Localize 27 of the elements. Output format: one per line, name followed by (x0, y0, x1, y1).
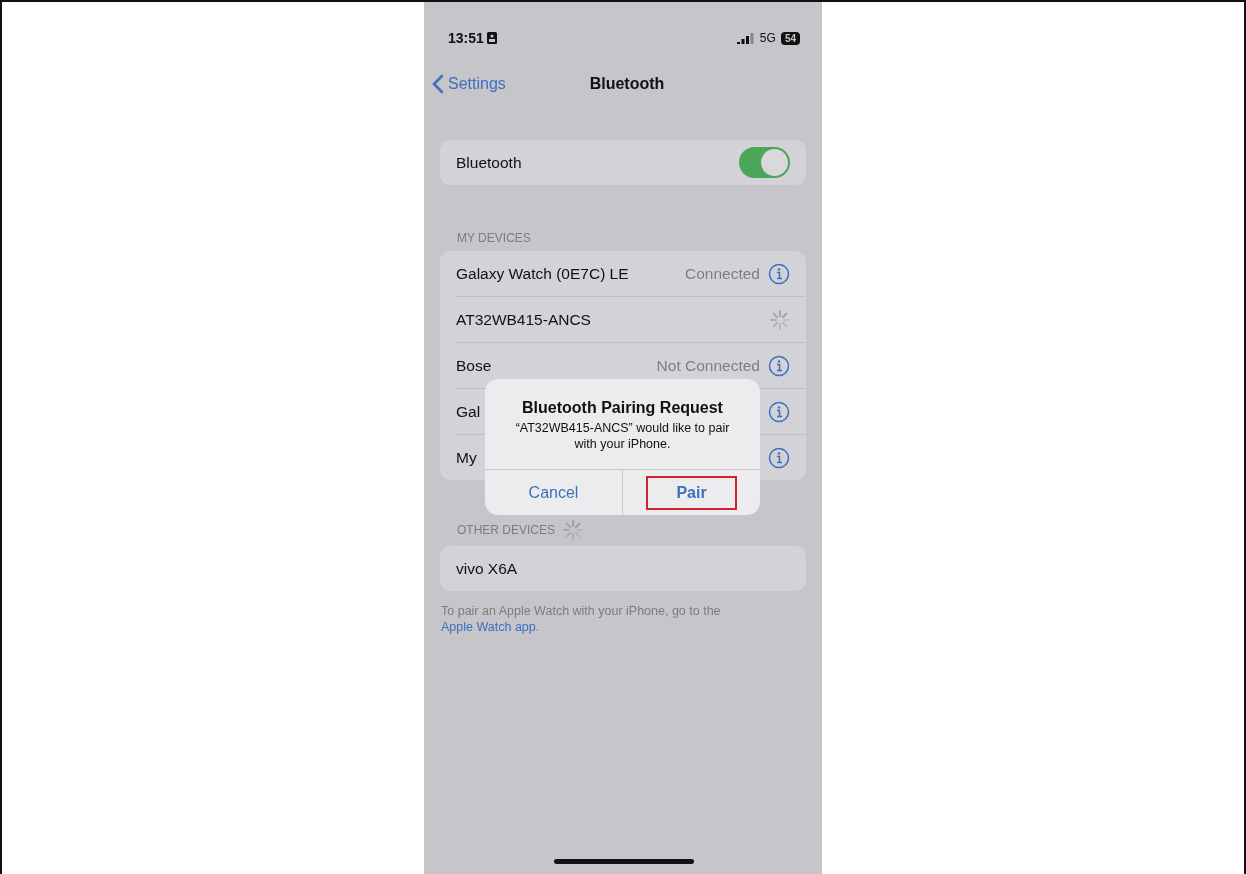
info-icon[interactable] (768, 400, 790, 423)
bluetooth-toggle[interactable] (739, 147, 790, 178)
battery-level: 54 (780, 31, 800, 45)
back-chevron-icon (432, 74, 444, 94)
id-card-icon (486, 32, 497, 44)
device-name[interactable]: vivo X6A (456, 559, 790, 578)
device-status: Connected (685, 264, 760, 283)
signal-icon (736, 32, 755, 44)
clock-time: 13:51 (448, 30, 484, 46)
info-icon[interactable] (768, 354, 790, 377)
device-name[interactable]: Bose (456, 356, 649, 375)
page-title: Bluetooth (589, 75, 665, 93)
footer-note: To pair an Apple Watch with your iPhone, go to the Apple Watch app. (440, 603, 722, 635)
network-label: 5G (759, 31, 776, 45)
section-header: OTHER DEVICES (457, 523, 555, 537)
info-icon[interactable] (768, 262, 790, 285)
device-name[interactable]: AT32WB415-ANCS (456, 310, 762, 329)
bluetooth-label: Bluetooth (456, 153, 523, 172)
section-header: MY DEVICES (457, 231, 531, 245)
dialog-title: Bluetooth Pairing Request (521, 398, 724, 417)
info-icon[interactable] (768, 446, 790, 469)
dialog-button[interactable]: Cancel (498, 475, 609, 510)
dialog-button[interactable]: Pair (646, 475, 737, 510)
spinner-icon (770, 309, 790, 330)
dialog-message: “AT32WB415-ANCS” would like to pair with your iPhone. (514, 420, 731, 453)
device-status: Not Connected (656, 356, 760, 375)
device-name[interactable]: Galaxy Watch (0E7C) LE (456, 264, 677, 283)
